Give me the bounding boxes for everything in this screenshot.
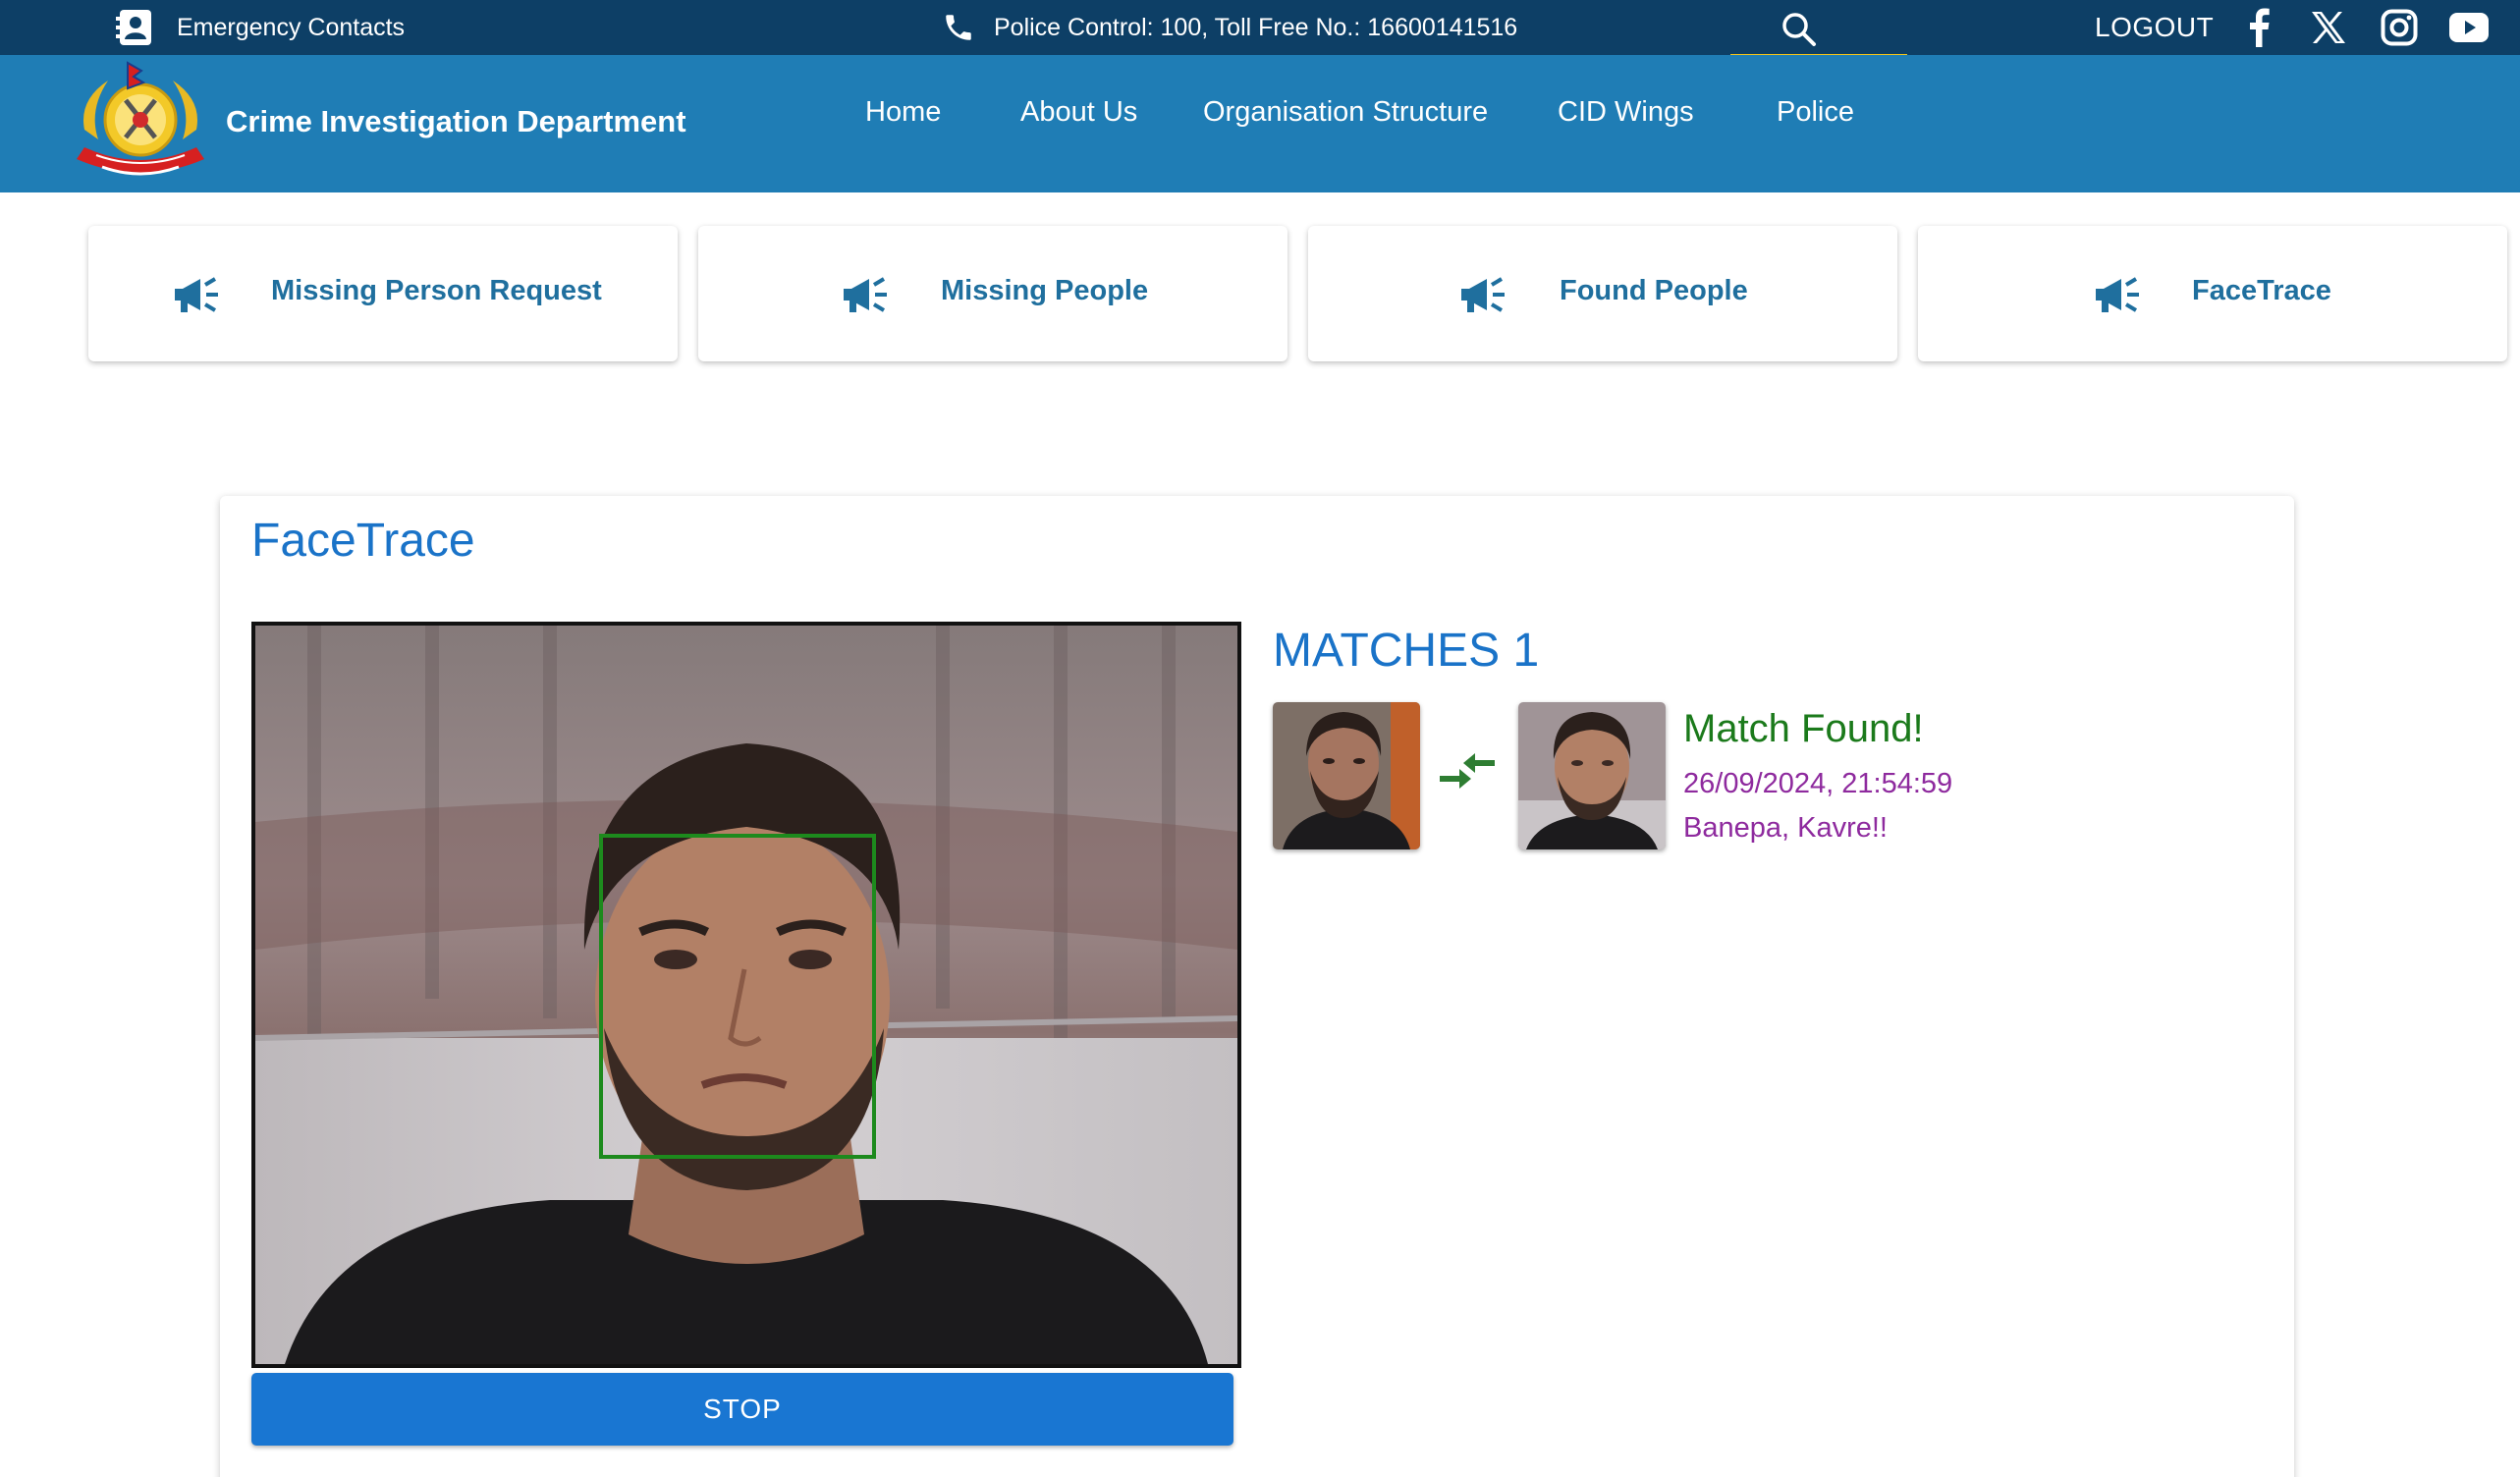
nav-organisation-structure[interactable]: Organisation Structure	[1203, 96, 1488, 129]
contact-book-icon	[116, 10, 151, 45]
match-timestamp: 26/09/2024, 21:54:59	[1683, 768, 1953, 799]
missing-person-request-card[interactable]: Missing Person Request	[88, 226, 678, 361]
webcam-image	[255, 626, 1237, 1364]
emergency-contacts-label: Emergency Contacts	[177, 13, 406, 41]
youtube-icon	[2449, 13, 2489, 42]
facetrace-panel: FaceTrace STOP MATCHES 1 Match Found! 26…	[220, 496, 2294, 1477]
found-people-label: Found People	[1560, 275, 1748, 306]
matched-record-photo	[1273, 702, 1420, 849]
found-people-card[interactable]: Found People	[1308, 226, 1897, 361]
stop-button[interactable]: STOP	[251, 1373, 1233, 1446]
logout-button[interactable]: LOGOUT	[2095, 0, 2214, 55]
police-control-text: Police Control: 100, Toll Free No.: 1660…	[994, 13, 1518, 41]
nav-cid-wings[interactable]: CID Wings	[1558, 96, 1694, 129]
match-status: Match Found!	[1683, 707, 1924, 750]
captured-face-image	[1518, 702, 1666, 849]
megaphone-icon	[1461, 277, 1505, 312]
match-location: Banepa, Kavre!!	[1683, 812, 1888, 844]
youtube-link[interactable]	[2449, 0, 2489, 55]
instagram-icon	[2381, 9, 2418, 46]
police-control-info: Police Control: 100, Toll Free No.: 1660…	[941, 0, 1517, 55]
megaphone-icon	[844, 277, 887, 312]
instagram-link[interactable]	[2381, 0, 2418, 55]
missing-person-request-label: Missing Person Request	[271, 275, 602, 306]
x-link[interactable]	[2311, 0, 2346, 55]
facetrace-card[interactable]: FaceTrace	[1918, 226, 2507, 361]
phone-icon	[946, 15, 971, 40]
top-bar: Emergency Contacts Police Control: 100, …	[0, 0, 2520, 62]
missing-people-card[interactable]: Missing People	[698, 226, 1287, 361]
search-button[interactable]	[1780, 10, 1819, 49]
emergency-contacts-link[interactable]: Emergency Contacts	[116, 0, 405, 55]
megaphone-icon	[2096, 277, 2139, 312]
webcam-feed	[251, 622, 1241, 1368]
facebook-icon	[2250, 8, 2270, 47]
megaphone-icon	[175, 277, 218, 312]
nav-home[interactable]: Home	[865, 96, 941, 129]
police-emblem-logo[interactable]	[69, 61, 212, 187]
facebook-link[interactable]	[2247, 0, 2271, 55]
main-navigation: Crime Investigation Department Home Abou…	[0, 55, 2520, 192]
x-icon	[2312, 12, 2345, 43]
facetrace-label: FaceTrace	[2192, 275, 2331, 306]
search-icon	[1782, 13, 1816, 46]
captured-face-photo	[1518, 702, 1666, 849]
match-arrows-icon	[1440, 753, 1495, 789]
matches-count: MATCHES 1	[1273, 625, 1540, 677]
site-title[interactable]: Crime Investigation Department	[226, 104, 686, 139]
facetrace-title: FaceTrace	[251, 515, 475, 567]
missing-people-label: Missing People	[941, 275, 1149, 306]
nav-police[interactable]: Police	[1777, 96, 1854, 129]
nav-about-us[interactable]: About Us	[1020, 96, 1137, 129]
matched-record-image	[1273, 702, 1420, 849]
